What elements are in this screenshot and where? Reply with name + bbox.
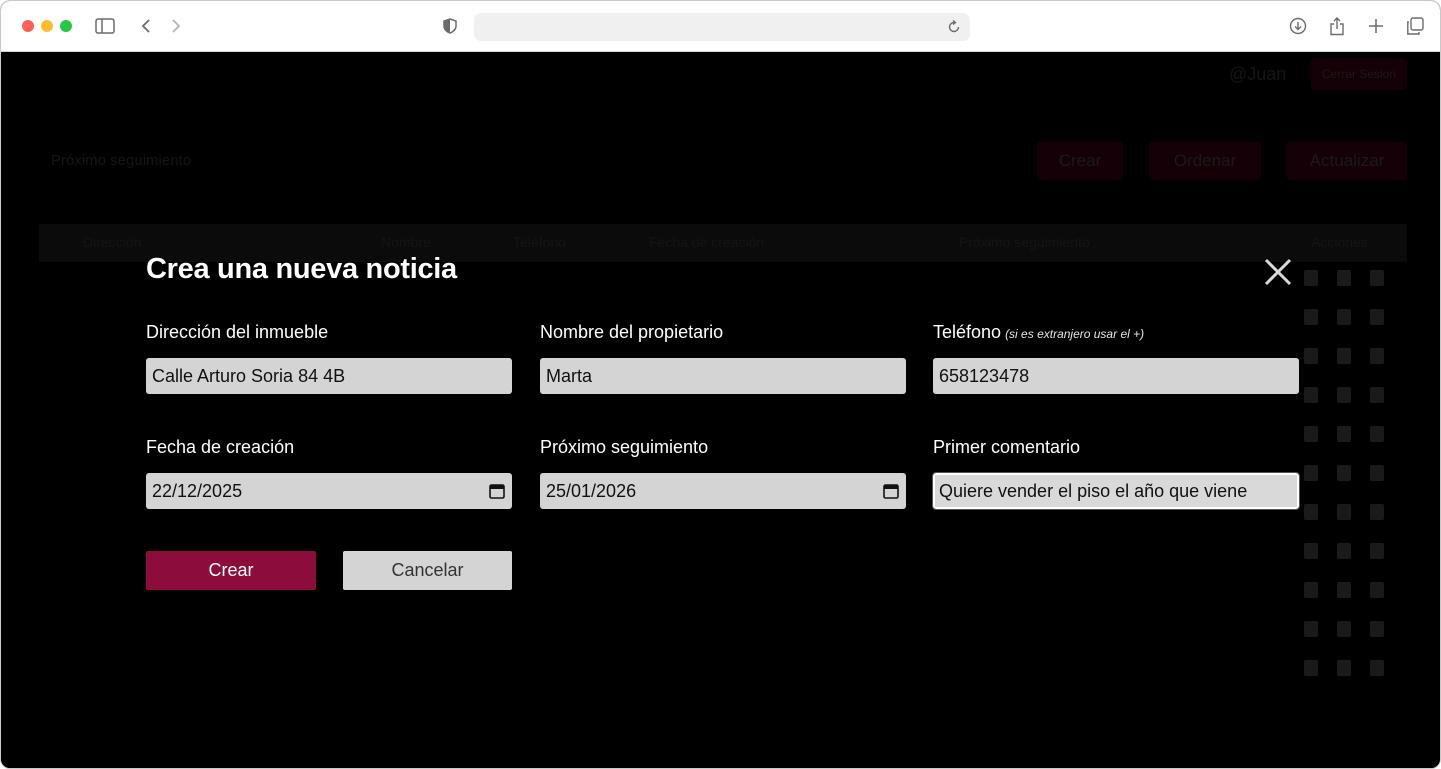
download-icon[interactable] <box>1287 15 1309 37</box>
forward-icon[interactable] <box>165 15 187 37</box>
new-tab-icon[interactable] <box>1365 15 1387 37</box>
browser-toolbar <box>1 1 1440 52</box>
row-actions <box>1304 543 1384 563</box>
comment-value: Quiere vender el piso el año que viene <box>939 480 1248 501</box>
address-input[interactable]: Calle Arturo Soria 84 4B <box>146 358 512 394</box>
next-followup-label: Próximo seguimiento <box>540 437 709 457</box>
phone-value: 658123478 <box>939 365 1030 386</box>
comment-label: Primer comentario <box>933 437 1081 457</box>
row-actions <box>1304 660 1384 680</box>
created-date-input[interactable]: 22/12/2025 <box>146 473 512 509</box>
toolbar-sort-button: Ordenar <box>1149 142 1261 180</box>
column-header: Nombre <box>381 234 431 250</box>
sidebar-toggle-icon[interactable] <box>94 15 116 37</box>
share-icon[interactable] <box>1326 15 1348 37</box>
created-date-label: Fecha de creación <box>146 437 295 457</box>
owner-input[interactable]: Marta <box>540 358 906 394</box>
modal-title: Crea una nueva noticia <box>146 253 457 285</box>
owner-value: Marta <box>546 365 593 386</box>
cancel-button[interactable]: Cancelar <box>343 551 512 590</box>
next-followup-value: 25/01/2026 <box>546 480 637 501</box>
phone-hint: (si es extranjero usar el +) <box>1005 327 1145 341</box>
row-actions <box>1304 348 1384 368</box>
address-label: Dirección del inmueble <box>146 322 329 342</box>
toolbar-create-button: Crear <box>1037 142 1123 180</box>
row-actions <box>1304 504 1384 524</box>
phone-label-text: Teléfono <box>933 322 1002 342</box>
create-button[interactable]: Crear <box>146 551 316 590</box>
phone-label: Teléfono (si es extranjero usar el +) <box>933 322 1144 343</box>
row-actions <box>1304 426 1384 446</box>
column-header: Fecha de creación <box>649 234 765 250</box>
row-actions <box>1304 309 1384 329</box>
owner-label: Nombre del propietario <box>540 322 724 342</box>
privacy-shield-icon[interactable] <box>439 15 461 37</box>
row-actions <box>1304 582 1384 602</box>
created-date-value: 22/12/2025 <box>152 480 243 501</box>
browser-window: @Juan Cerrar Sesion Próximo seguimiento … <box>0 0 1441 769</box>
header-user: @Juan <box>1229 64 1287 84</box>
column-header: Dirección <box>83 234 142 250</box>
tab-overview-icon[interactable] <box>1404 15 1426 37</box>
zoom-window-button[interactable] <box>60 20 72 32</box>
comment-input[interactable]: Quiere vender el piso el año que viene <box>932 472 1300 510</box>
filter-label: Próximo seguimiento <box>51 152 192 169</box>
row-actions <box>1304 387 1384 407</box>
toolbar-refresh-button: Actualizar <box>1287 142 1407 180</box>
column-header: Acciones <box>1311 234 1368 250</box>
row-actions <box>1304 465 1384 485</box>
column-header: Próximo seguimiento <box>959 234 1090 250</box>
row-actions <box>1304 270 1384 290</box>
close-icon[interactable] <box>1262 256 1294 288</box>
next-followup-input[interactable]: 25/01/2026 <box>540 473 906 509</box>
address-bar[interactable] <box>474 13 970 41</box>
phone-input[interactable]: 658123478 <box>933 358 1299 394</box>
close-window-button[interactable] <box>22 20 34 32</box>
logout-button: Cerrar Sesion <box>1311 58 1407 90</box>
calendar-icon[interactable] <box>882 482 900 500</box>
row-actions <box>1304 621 1384 641</box>
back-icon[interactable] <box>135 15 157 37</box>
column-header: Teléfono <box>513 234 566 250</box>
app-background: @Juan Cerrar Sesion Próximo seguimiento … <box>1 52 1440 768</box>
address-value: Calle Arturo Soria 84 4B <box>152 365 346 386</box>
minimize-window-button[interactable] <box>41 20 53 32</box>
calendar-icon[interactable] <box>488 482 506 500</box>
reload-icon[interactable] <box>944 17 964 37</box>
